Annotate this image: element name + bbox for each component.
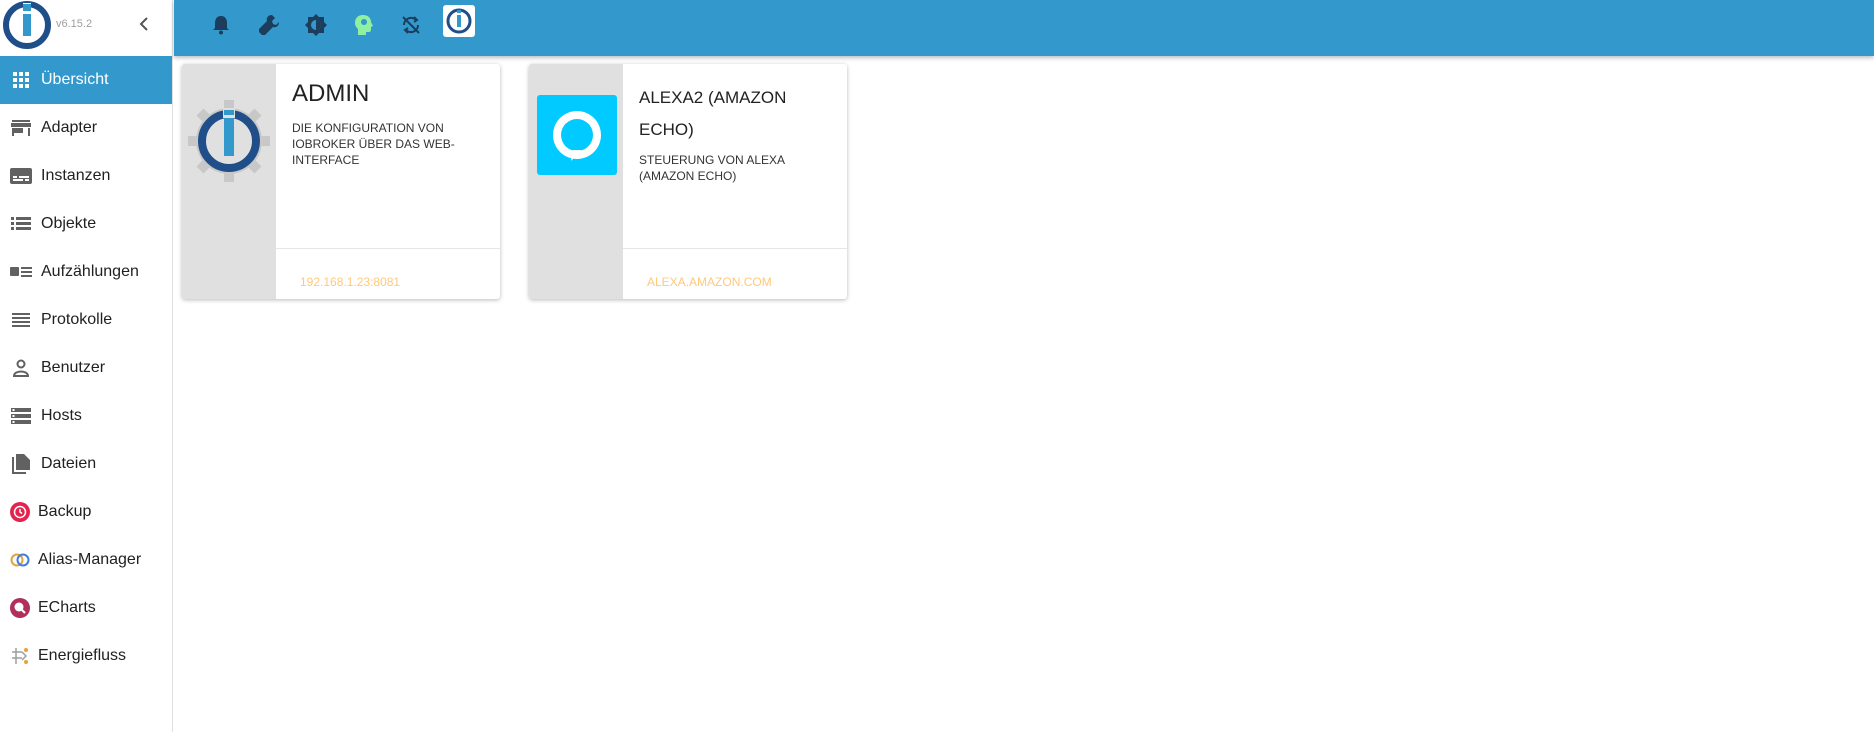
lines-icon: [9, 308, 33, 332]
iobroker-icon: [446, 8, 472, 34]
sidebar-item-label: ECharts: [38, 599, 96, 616]
sidebar-item-label: Dateien: [41, 455, 97, 472]
card-alexa2: ALEXA2 (AMAZON ECHO) Steuerung von Alexa…: [529, 64, 847, 299]
card-description: Die Konfiguration von ioBroker über das …: [292, 121, 455, 167]
sidebar-header: v6.15.2: [0, 0, 173, 50]
bell-icon: [213, 16, 229, 35]
sidebar-item-benutzer[interactable]: Benutzer: [0, 344, 172, 392]
sidebar-item-label: Instanzen: [41, 167, 111, 184]
person-icon: [9, 356, 33, 380]
card-title: ALEXA2 (AMAZON ECHO): [639, 88, 787, 139]
sidebar-item-dateien[interactable]: Dateien: [0, 440, 172, 488]
sync-off-icon: [402, 16, 420, 34]
card-image: [182, 64, 276, 299]
card-description: Steuerung von Alexa (Amazon Echo): [639, 153, 785, 183]
sidebar-item-label: Hosts: [41, 407, 82, 424]
chevron-left-icon: [139, 17, 148, 31]
collapse-sidebar-button[interactable]: [132, 12, 156, 36]
card-image: [529, 64, 623, 299]
files-icon: [9, 452, 33, 476]
alias-icon: [8, 548, 32, 572]
card-body: ALEXA2 (AMAZON ECHO) Steuerung von Alexa…: [623, 64, 847, 248]
grid-icon: [9, 68, 33, 92]
sidebar-item-label: Objekte: [41, 215, 97, 232]
settings-button[interactable]: [254, 10, 284, 40]
wrench-icon: [259, 15, 279, 35]
card-footer: 192.168.1.23:8081: [276, 248, 500, 299]
store-icon: [9, 116, 33, 140]
echarts-icon: [8, 596, 32, 620]
sidebar-item-instanzen[interactable]: Instanzen: [0, 152, 172, 200]
sidebar-item-energiefluss[interactable]: Energiefluss: [0, 632, 172, 680]
card-footer: ALEXA.AMAZON.COM: [623, 248, 847, 299]
theme-toggle-button[interactable]: [301, 10, 331, 40]
sidebar-item-label: Protokolle: [41, 311, 113, 328]
enum-icon: [9, 260, 33, 284]
sidebar-item-alias-manager[interactable]: Alias-Manager: [0, 536, 172, 584]
sidebar-item-label: Alias-Manager: [38, 551, 142, 568]
expert-mode-button[interactable]: [349, 10, 379, 40]
sidebar-item-aufzaehlungen[interactable]: Aufzählungen: [0, 248, 172, 296]
top-toolbar: [174, 0, 1874, 56]
sidebar-nav: Übersicht Adapter Instanzen Objekte Aufz…: [0, 56, 172, 680]
sidebar-item-label: Benutzer: [41, 359, 106, 376]
sidebar-item-uebersicht[interactable]: Übersicht: [0, 56, 172, 104]
expert-mode-icon: [355, 15, 373, 35]
sidebar-item-label: Übersicht: [41, 71, 109, 88]
sidebar-item-objekte[interactable]: Objekte: [0, 200, 172, 248]
notifications-button[interactable]: [206, 10, 236, 40]
iobroker-logo[interactable]: [2, 0, 52, 50]
sidebar-item-echarts[interactable]: ECharts: [0, 584, 172, 632]
alexa-logo: [537, 95, 617, 175]
sidebar-item-label: Adapter: [41, 119, 98, 136]
sidebar: v6.15.2 Übersicht Adapter Instanzen Obje…: [0, 0, 173, 732]
card-link[interactable]: ALEXA.AMAZON.COM: [647, 275, 772, 289]
storage-icon: [9, 404, 33, 428]
sidebar-item-protokolle[interactable]: Protokolle: [0, 296, 172, 344]
list-icon: [9, 212, 33, 236]
sync-button[interactable]: [396, 10, 426, 40]
card-body: ADMIN Die Konfiguration von ioBroker übe…: [276, 64, 500, 248]
sidebar-item-label: Backup: [38, 503, 92, 520]
card-admin: ADMIN Die Konfiguration von ioBroker übe…: [182, 64, 500, 299]
iobroker-info-button[interactable]: [443, 5, 475, 37]
card-link[interactable]: 192.168.1.23:8081: [300, 275, 400, 289]
version-label: v6.15.2: [56, 18, 93, 30]
subtitles-icon: [9, 164, 33, 188]
admin-gear-logo: [188, 100, 270, 182]
sidebar-item-backup[interactable]: Backup: [0, 488, 172, 536]
sidebar-item-label: Aufzählungen: [41, 263, 139, 280]
backup-icon: [8, 500, 32, 524]
energy-icon: [8, 644, 32, 668]
sidebar-item-label: Energiefluss: [38, 647, 127, 664]
card-title: ADMIN: [292, 80, 370, 107]
sidebar-item-adapter[interactable]: Adapter: [0, 104, 172, 152]
brightness-icon: [305, 14, 327, 36]
sidebar-item-hosts[interactable]: Hosts: [0, 392, 172, 440]
